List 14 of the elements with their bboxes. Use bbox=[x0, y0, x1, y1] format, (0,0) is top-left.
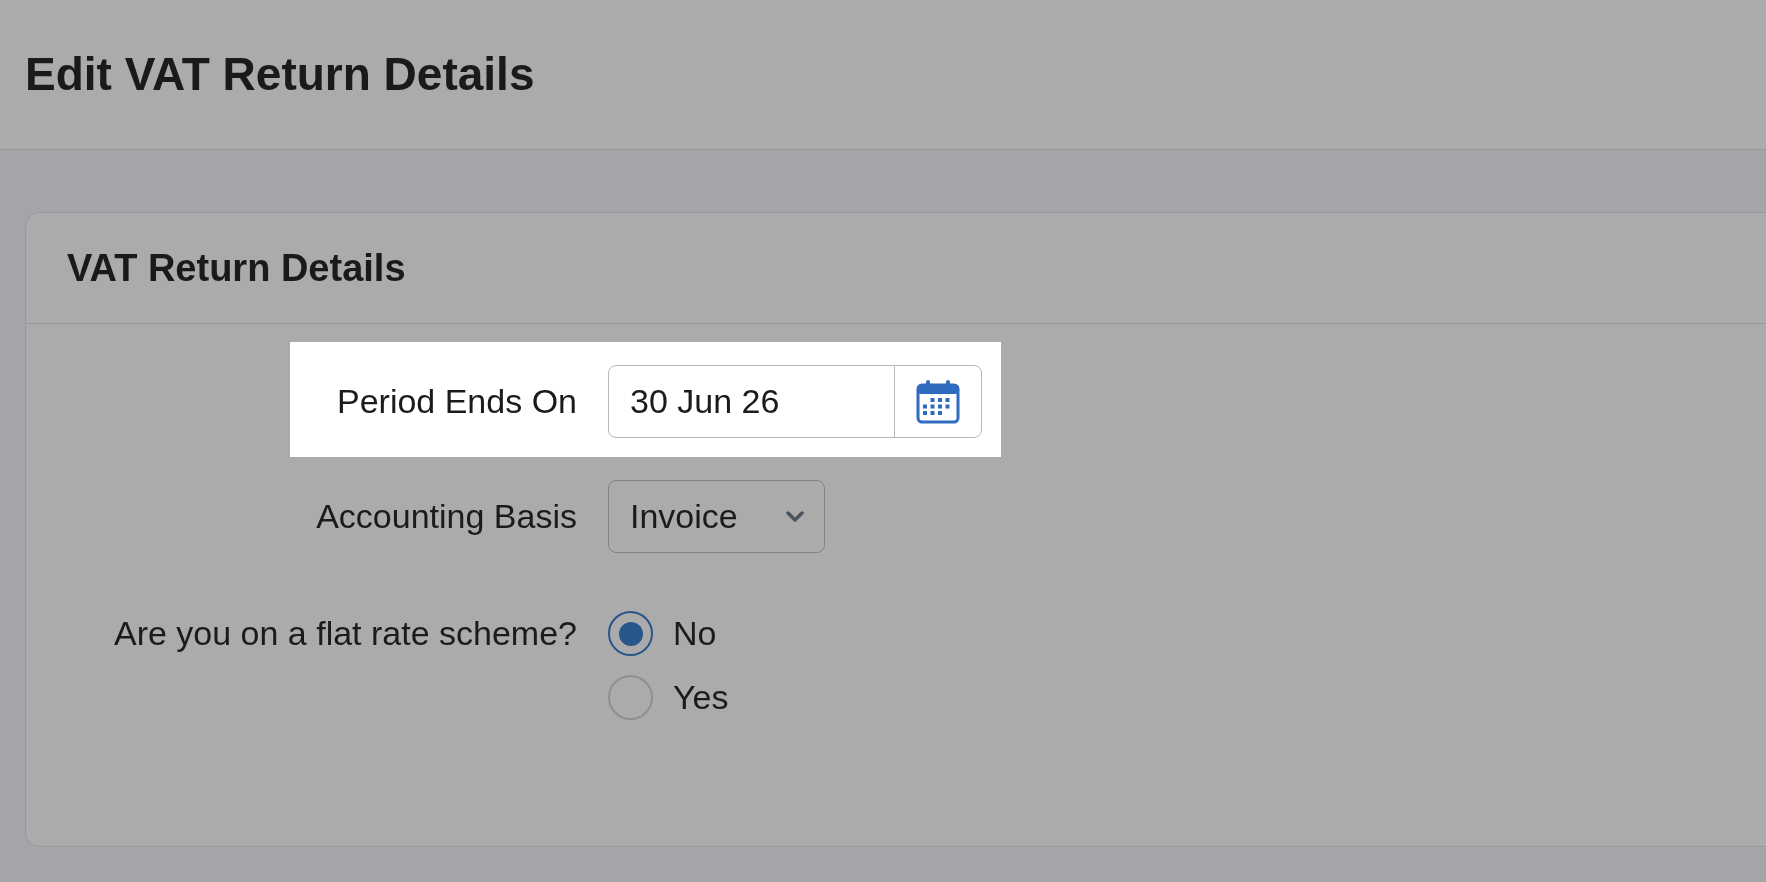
card-title: VAT Return Details bbox=[67, 245, 406, 291]
dropdown-select[interactable]: Invoice bbox=[608, 480, 825, 553]
date-input[interactable]: 30 Jun 26 bbox=[609, 366, 894, 437]
calendar-icon bbox=[916, 379, 960, 424]
field-label: Period Ends On bbox=[335, 381, 577, 422]
field-label: Accounting Basis bbox=[315, 496, 577, 537]
radio-button[interactable] bbox=[608, 675, 653, 720]
radio-button[interactable] bbox=[608, 611, 653, 656]
radio-option[interactable]: No bbox=[608, 611, 729, 656]
radio-option[interactable]: Yes bbox=[608, 675, 729, 720]
page-title: Edit VAT Return Details bbox=[25, 47, 535, 102]
chevron-down-icon bbox=[786, 511, 804, 522]
date-picker[interactable]: 30 Jun 26 bbox=[608, 365, 982, 438]
field-label: Are you on a flat rate scheme? bbox=[112, 613, 577, 654]
